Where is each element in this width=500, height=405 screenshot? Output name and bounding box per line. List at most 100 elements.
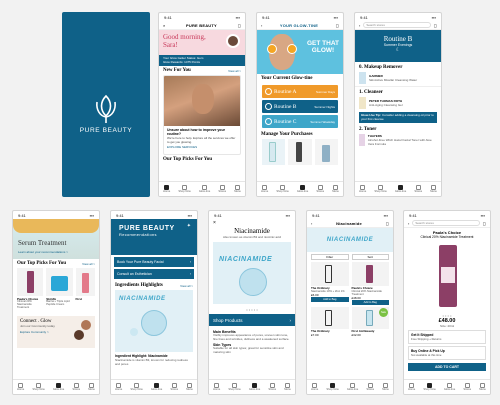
purchase-item[interactable] [288,139,312,165]
search-input[interactable]: Search stores [412,220,480,226]
purchase-row[interactable] [257,139,343,165]
routine-b[interactable]: Routine B Summer Nights [262,100,338,113]
add-to-cart-button[interactable]: ADD TO CART [408,363,486,371]
tab-shop[interactable]: Shop Now [423,382,436,392]
tab-stores[interactable]: Stores [316,184,324,194]
consult-button[interactable]: Consult an Esthetician › [114,269,194,279]
step-1-title: 1. Cleanser [359,90,383,95]
search-input[interactable]: Search stores [363,22,431,28]
tab-home[interactable]: Home [311,382,318,392]
pickup-option[interactable]: Buy Online & Pick Up Not available at th… [408,346,486,360]
sort-button[interactable]: Sort [351,254,389,260]
product-card[interactable]: The Ordinary Niacinamide 10% + Zinc 1% £… [311,262,349,305]
tab-home[interactable]: Home [17,382,25,392]
purchase-item[interactable] [262,139,286,165]
tab-menu[interactable]: Menu [284,382,291,392]
tab-menu[interactable]: Menu [332,184,339,194]
tab-glowtine[interactable]: Glow-tine [151,382,162,392]
step-2-product[interactable]: THAYERS Alcohol-Free Witch Hazel Facial T… [355,133,441,148]
tab-shop[interactable]: Shop Now [374,184,387,194]
tab-menu[interactable]: Menu [88,382,95,392]
moon-icon [265,103,272,110]
tab-stores[interactable]: Stores [414,184,422,194]
tab-glowtine[interactable]: Glow-tine [53,382,64,392]
tab-menu[interactable]: Menu [430,184,437,194]
serum-product-card[interactable]: Paula's Choice Clinical 20% Niacinamide … [17,268,44,310]
tab-shop[interactable]: Shop Now [32,382,45,392]
tab-glowtine[interactable]: Glow-tine [347,382,358,392]
tab-shop[interactable]: Shop Now [276,184,289,194]
serum-product-card[interactable]: Skinfix Barrier+ Triple Lipid Peptide Cr… [46,268,73,310]
tab-home[interactable]: Home [213,382,220,392]
add-to-bag-button[interactable]: Add to Bag [311,297,349,302]
back-icon[interactable]: ‹ [359,23,360,28]
tab-home[interactable]: Home [408,382,415,392]
account-bar[interactable]: Your Glow Getter Status: Gem Glow Reward… [159,55,245,66]
back-icon[interactable]: ‹ [311,221,312,226]
tab-stores[interactable]: Stores [218,184,226,194]
tab-stores-label: Stores [463,387,472,391]
tab-home-label: Home [17,387,25,391]
add-to-bag-button[interactable]: Add to Bag [351,300,389,305]
step-1-product[interactable]: PETER THOMAS ROTH Anti-Aging Cleansing Ge… [355,96,441,111]
home-screen: 9:41 ▪▪▪ ⌕ PURE BEAUTY ◻ Good morning, Sa… [158,12,246,197]
tab-menu[interactable]: Menu [186,382,193,392]
book-facial-button[interactable]: Book Your Pure Beauty Facial › [114,257,194,267]
bag-icon[interactable]: ◻ [434,23,437,28]
tab-home[interactable]: Home [115,382,123,392]
promo-link[interactable]: EXPLORE SERVICES [164,145,240,149]
community-banner[interactable]: Connect . Glow Join our Community today … [17,315,95,348]
ingredient-card[interactable]: NIACINAMIDE [115,290,193,352]
product-thumb [359,72,366,84]
routine-b-screen: 9:41 ▪▪▪ ‹ Search stores ◻ Routine B Summ… [354,12,442,197]
tab-stores[interactable]: Stores [170,382,178,392]
shop-title: Niacinamide [336,220,362,226]
filter-button[interactable]: Filter [311,254,349,260]
tab-glowtine[interactable]: Glow-tine [199,184,210,194]
serum-view-all[interactable]: View all > [82,262,95,266]
serum-product-card[interactable]: First [75,268,95,310]
carousel-dots[interactable]: • • • • • [209,307,295,312]
tab-glowtine[interactable]: Glow-tine [249,382,260,392]
tab-stores[interactable]: Stores [463,382,472,392]
avatar[interactable] [226,34,240,48]
tab-home-label: Home [115,387,123,391]
serum-hero-link[interactable]: Learn about your recommendations > [18,250,68,254]
step-0-product[interactable]: GARNIER SkinActive Micellar Cleansing Wat… [355,71,441,87]
bag-icon[interactable]: ◻ [483,221,486,226]
tab-menu[interactable]: Menu [234,184,241,194]
search-icon[interactable]: ⌕ [163,23,165,28]
new-for-you-view-all[interactable]: View all > [228,69,241,73]
routine-c[interactable]: Routine C Summer Weekday [262,115,338,128]
tab-glowtine[interactable]: Glow-tine [395,184,406,194]
product-card[interactable]: The Ordinary £7.00 [311,307,349,337]
tab-home[interactable]: Home [261,184,268,194]
tab-home[interactable]: Home [163,184,170,194]
tab-glowtine[interactable]: Glow-tine [297,184,308,194]
promo-card[interactable]: Unsure about how to improve your routine… [163,75,241,155]
bag-icon[interactable]: ◻ [336,23,339,28]
tab-home[interactable]: Home [359,184,366,194]
tab-shop[interactable]: Shop Now [228,382,241,392]
purchase-item[interactable] [314,139,338,165]
product-card[interactable]: Sale First Aid Beauty £32.00 [351,307,389,337]
bag-icon[interactable]: ◻ [238,23,241,28]
ship-option[interactable]: Get It Shipped Free Shipping + Returns [408,330,486,344]
tab-menu[interactable]: Menu [479,382,486,392]
back-icon[interactable]: ‹ [261,23,262,28]
shop-products-button[interactable]: Shop Products › [209,314,295,326]
bag-icon[interactable]: ◻ [386,221,389,226]
tab-stores[interactable]: Stores [72,382,80,392]
ingredients-view-all[interactable]: View all > [180,284,193,288]
tab-stores[interactable]: Stores [366,382,374,392]
tab-glowtine[interactable]: Glow-tine [444,382,455,392]
tab-shop[interactable]: Shop Now [130,382,143,392]
back-icon[interactable]: ‹ [408,221,409,226]
close-icon[interactable]: × [213,220,216,226]
tab-menu[interactable]: Menu [382,382,389,392]
routine-a[interactable]: Routine A Summer Days [262,85,338,98]
tab-stores[interactable]: Stores [268,382,276,392]
product-card[interactable]: Paula's Choice Clinical 20% Niacinamide … [351,262,389,305]
tab-shop[interactable]: Shop Now [178,184,191,194]
tab-shop[interactable]: Shop Now [326,382,339,392]
